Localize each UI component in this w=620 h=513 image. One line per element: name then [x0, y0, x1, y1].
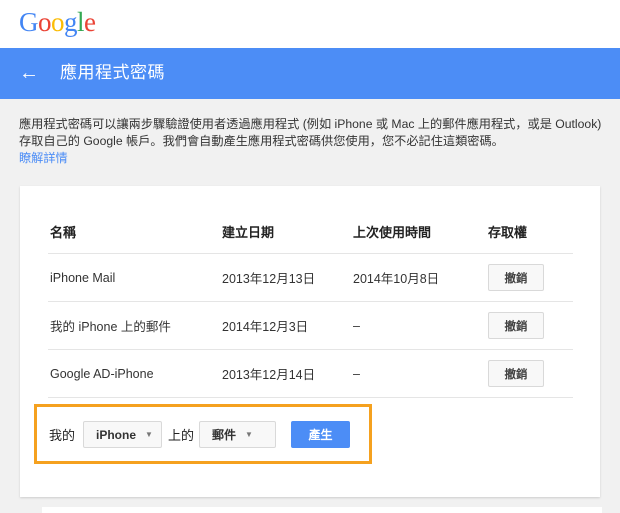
revoke-button[interactable]: 撤銷 — [488, 312, 544, 339]
revoke-button[interactable]: 撤銷 — [488, 264, 544, 291]
row-access: 撤銷 — [488, 350, 544, 397]
logo-letter: G — [19, 7, 39, 37]
row-created: 2014年12月3日 — [222, 320, 309, 334]
next-card-edge — [42, 507, 602, 513]
back-arrow-icon[interactable]: ← — [19, 60, 39, 86]
logo-letter: g — [64, 7, 78, 37]
table-row: iPhone Mail 2013年12月13日 2014年10月8日 撤銷 — [48, 254, 573, 302]
generator-middle-label: 上的 — [168, 428, 195, 443]
app-passwords-card: 名稱 建立日期 上次使用時間 存取權 iPhone Mail 2013年12月1… — [20, 186, 600, 497]
generator-row: 我的 iPhone ▼ 上的 郵件 ▼ 產生 — [49, 421, 351, 448]
google-logo[interactable]: Google — [19, 7, 96, 37]
column-header-last-used: 上次使用時間 — [353, 225, 432, 240]
logo-letter: o — [38, 7, 52, 37]
device-select-value: iPhone — [96, 427, 137, 442]
learn-more-link[interactable]: 瞭解詳情 — [19, 151, 68, 165]
row-access: 撤銷 — [488, 302, 544, 349]
generator-prefix-label: 我的 — [49, 428, 76, 443]
generate-button[interactable]: 產生 — [291, 421, 351, 448]
page-header: ← 應用程式密碼 — [0, 48, 620, 99]
column-header-access: 存取權 — [488, 225, 528, 240]
row-last-used: – — [353, 318, 360, 333]
logo-letter: o — [51, 7, 65, 37]
row-access: 撤銷 — [488, 254, 544, 301]
app-select-value: 郵件 — [212, 428, 237, 442]
column-header-created: 建立日期 — [222, 225, 275, 240]
column-header-name: 名稱 — [50, 225, 77, 240]
description-text: 應用程式密碼可以讓兩步驟驗證使用者透過應用程式 (例如 iPhone 或 Mac… — [19, 117, 602, 148]
row-last-used: 2014年10月8日 — [353, 272, 440, 286]
description: 應用程式密碼可以讓兩步驟驗證使用者透過應用程式 (例如 iPhone 或 Mac… — [19, 116, 609, 167]
app-select[interactable]: 郵件 ▼ — [199, 421, 277, 448]
table-header-row: 名稱 建立日期 上次使用時間 存取權 — [48, 210, 573, 254]
row-created: 2013年12月13日 — [222, 272, 316, 286]
logo-letter: l — [77, 7, 85, 37]
top-bar: Google — [0, 0, 620, 48]
table-row: 我的 iPhone 上的郵件 2014年12月3日 – 撤銷 — [48, 302, 573, 350]
app-passwords-table: 名稱 建立日期 上次使用時間 存取權 iPhone Mail 2013年12月1… — [48, 210, 573, 398]
row-name: iPhone Mail — [50, 270, 116, 285]
row-created: 2013年12月14日 — [222, 368, 316, 382]
row-name: 我的 iPhone 上的郵件 — [50, 320, 171, 334]
revoke-button[interactable]: 撤銷 — [488, 360, 544, 387]
row-last-used: – — [353, 366, 360, 381]
page-title: 應用程式密碼 — [60, 63, 165, 82]
device-select[interactable]: iPhone ▼ — [83, 421, 163, 448]
caret-down-icon: ▼ — [145, 430, 153, 439]
table-row: Google AD-iPhone 2013年12月14日 – 撤銷 — [48, 350, 573, 398]
row-name: Google AD-iPhone — [50, 366, 154, 381]
logo-letter: e — [84, 7, 96, 37]
caret-down-icon: ▼ — [245, 430, 253, 439]
